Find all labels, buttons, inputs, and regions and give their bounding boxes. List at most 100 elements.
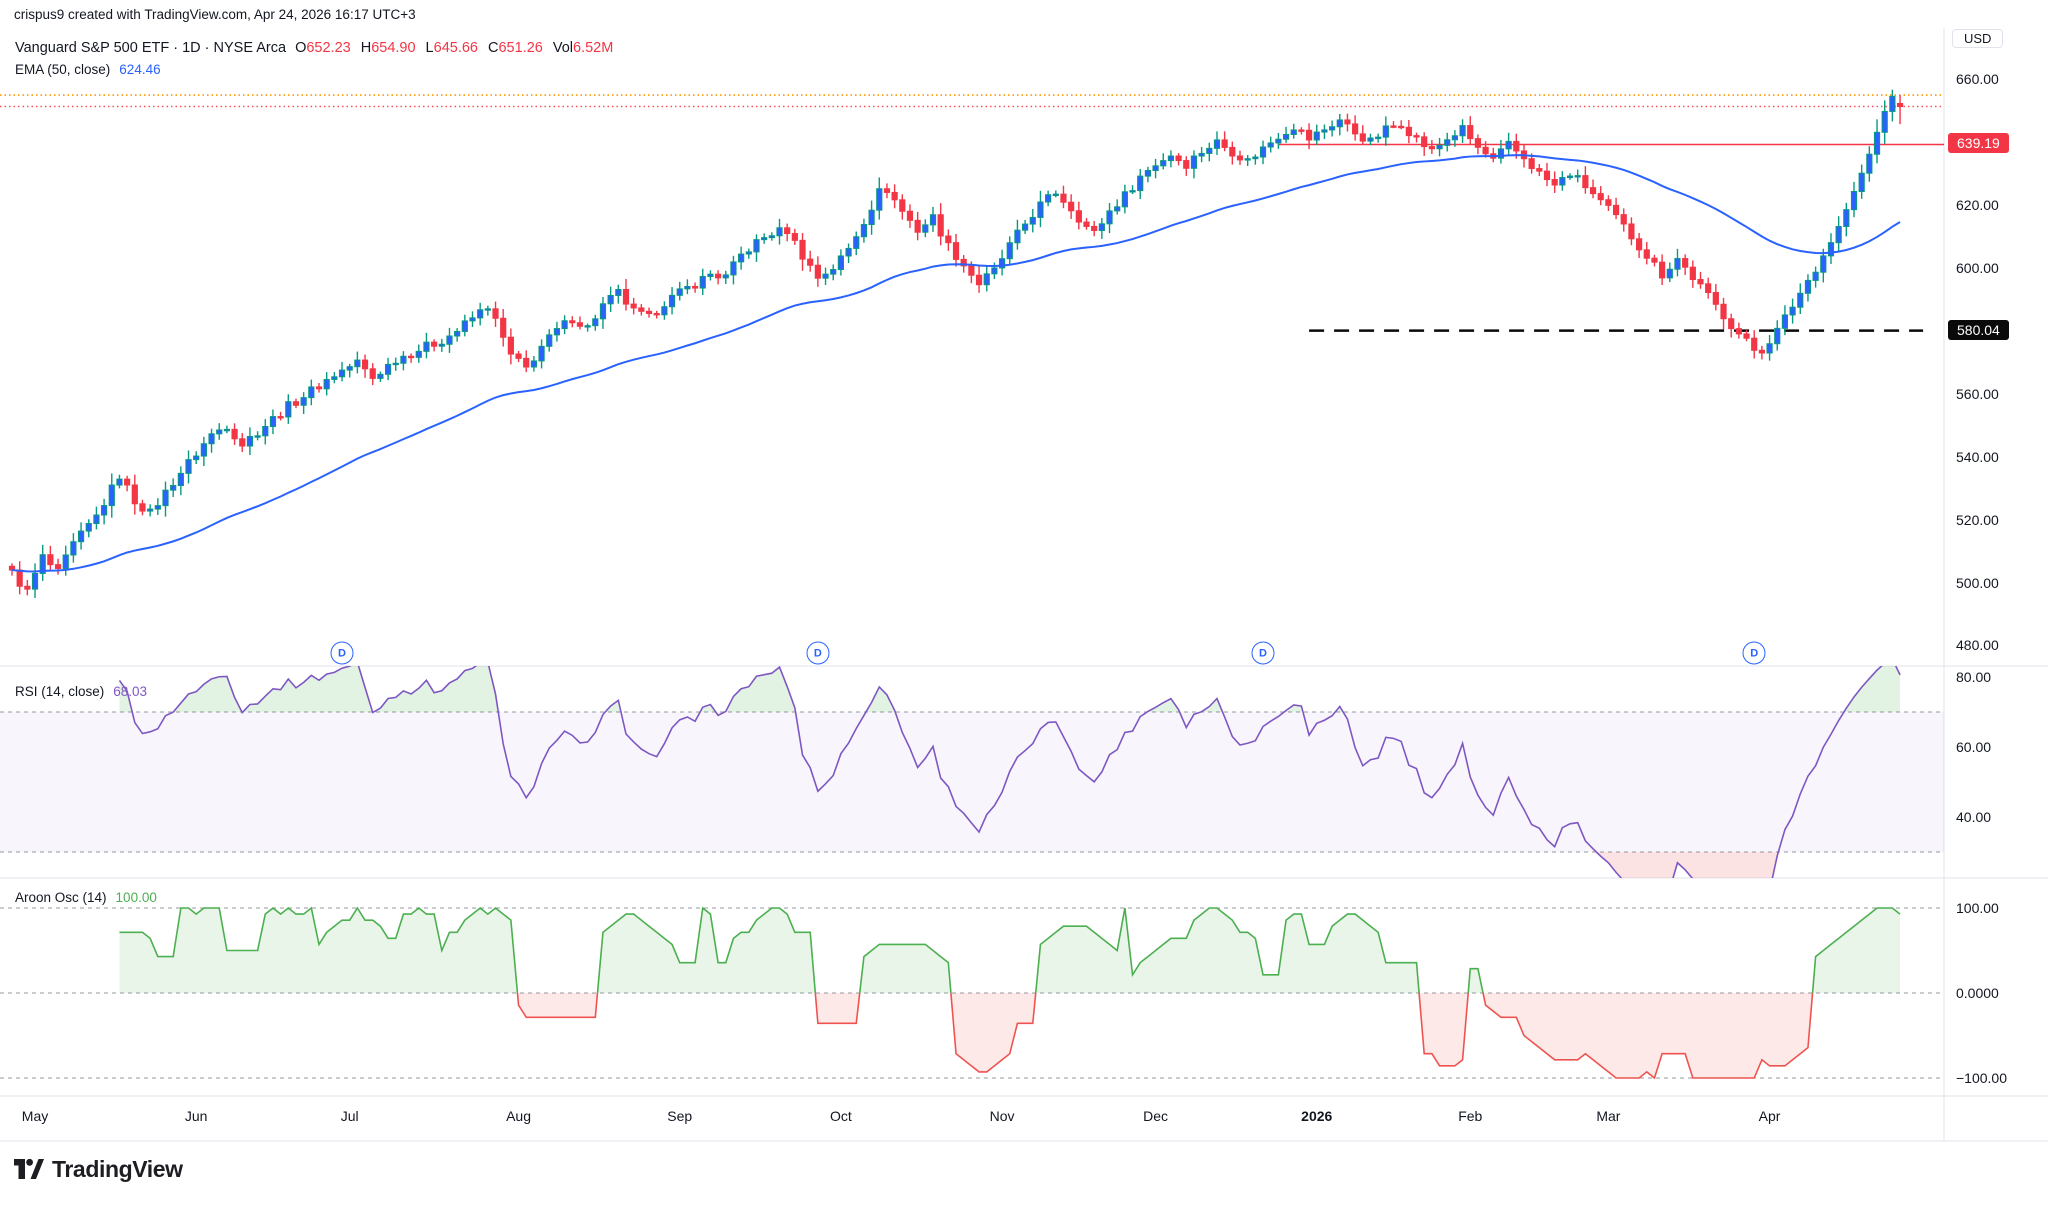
time-axis-label[interactable]: Jun [185, 1108, 208, 1124]
candle [1782, 315, 1787, 328]
candle [1130, 191, 1135, 192]
candle [677, 289, 682, 295]
candle [163, 490, 168, 505]
dividend-marker[interactable]: D [331, 642, 354, 665]
time-axis-label[interactable]: Nov [990, 1108, 1015, 1124]
candle [1053, 194, 1058, 195]
rsi-band [0, 712, 1944, 852]
ema-legend-row[interactable]: EMA (50, close) 624.46 [15, 62, 161, 77]
candle [1138, 176, 1143, 190]
candle [1230, 147, 1235, 156]
candle [1821, 256, 1826, 272]
candle [1145, 170, 1150, 176]
candle [1805, 280, 1810, 293]
candle [362, 360, 367, 369]
tradingview-logo[interactable]: TradingView [14, 1156, 183, 1183]
symbol-legend-row[interactable]: Vanguard S&P 500 ETF · 1D · NYSE Arca O6… [15, 40, 623, 56]
candle [746, 252, 751, 254]
candle [1376, 137, 1381, 138]
time-axis-label[interactable]: Feb [1458, 1108, 1482, 1124]
candle [785, 228, 790, 234]
candle [125, 479, 130, 485]
time-axis-label[interactable]: Sep [667, 1108, 692, 1124]
candle [78, 531, 83, 542]
rsi-legend-row[interactable]: RSI (14, close) 68.03 [15, 684, 147, 699]
candle [401, 356, 406, 363]
time-axis-label[interactable]: Oct [830, 1108, 852, 1124]
candle [17, 570, 22, 586]
candle [708, 274, 713, 276]
candle [370, 369, 375, 379]
tradingview-chart-screenshot: crispus9 created with TradingView.com, A… [0, 0, 2048, 1207]
candle [148, 509, 153, 511]
candle [1567, 176, 1572, 178]
ema-line[interactable] [12, 155, 1900, 571]
candle [1168, 156, 1173, 161]
candle [385, 364, 390, 374]
candle [1813, 272, 1818, 280]
candle [1314, 132, 1319, 140]
candle [1468, 126, 1473, 139]
candle [224, 429, 229, 430]
time-axis-label[interactable]: Jul [341, 1108, 359, 1124]
candle [915, 220, 920, 232]
candle [508, 337, 513, 354]
candle [1698, 280, 1703, 284]
time-axis-label[interactable]: Apr [1759, 1108, 1781, 1124]
candle [1115, 207, 1120, 211]
candle [1683, 259, 1688, 268]
candle [1452, 136, 1457, 140]
candle [455, 331, 460, 336]
candle [1537, 169, 1542, 172]
candle [447, 336, 452, 344]
currency-toggle-button[interactable]: USD [1952, 29, 2003, 48]
aroon-legend-row[interactable]: Aroon Osc (14) 100.00 [15, 890, 157, 905]
candle [1859, 173, 1864, 191]
candle [739, 254, 744, 262]
candle [1253, 157, 1258, 159]
candle [102, 506, 107, 515]
candle [731, 262, 736, 275]
dividend-marker[interactable]: D [1743, 642, 1766, 665]
candle [1422, 137, 1427, 147]
time-axis-label[interactable]: Aug [506, 1108, 531, 1124]
candle [1268, 143, 1273, 147]
candle [71, 542, 76, 555]
candle [884, 189, 889, 193]
candle [1560, 178, 1565, 185]
candle [1882, 111, 1887, 132]
candle [1475, 139, 1480, 148]
price-tick: 480.00 [1956, 637, 1999, 653]
time-axis-label[interactable]: Mar [1596, 1108, 1620, 1124]
candle [240, 439, 245, 446]
candle [201, 444, 206, 456]
candle [1836, 227, 1841, 243]
candle [132, 485, 137, 504]
chart-canvas[interactable] [0, 0, 2048, 1207]
candle [1345, 120, 1350, 124]
candle [585, 326, 590, 327]
time-axis-label[interactable]: Dec [1143, 1108, 1168, 1124]
candle [1851, 191, 1856, 209]
dividend-marker[interactable]: D [806, 642, 829, 665]
dividend-marker[interactable]: D [1252, 642, 1275, 665]
candle [654, 313, 659, 314]
time-axis-label[interactable]: 2026 [1301, 1108, 1332, 1124]
price-tick: 520.00 [1956, 512, 1999, 528]
candle [547, 335, 552, 346]
candle [171, 486, 176, 491]
candle [692, 286, 697, 288]
tradingview-logo-text: TradingView [52, 1156, 183, 1183]
candle [155, 506, 160, 509]
candle [600, 304, 605, 319]
candle [109, 485, 114, 506]
candle [808, 259, 813, 265]
candle [554, 329, 559, 335]
time-axis-label[interactable]: May [22, 1108, 48, 1124]
candle [823, 274, 828, 278]
candle [608, 295, 613, 303]
rsi-tick: 40.00 [1956, 809, 1991, 825]
candle [892, 192, 897, 199]
candle [1437, 145, 1442, 148]
candle [178, 473, 183, 485]
